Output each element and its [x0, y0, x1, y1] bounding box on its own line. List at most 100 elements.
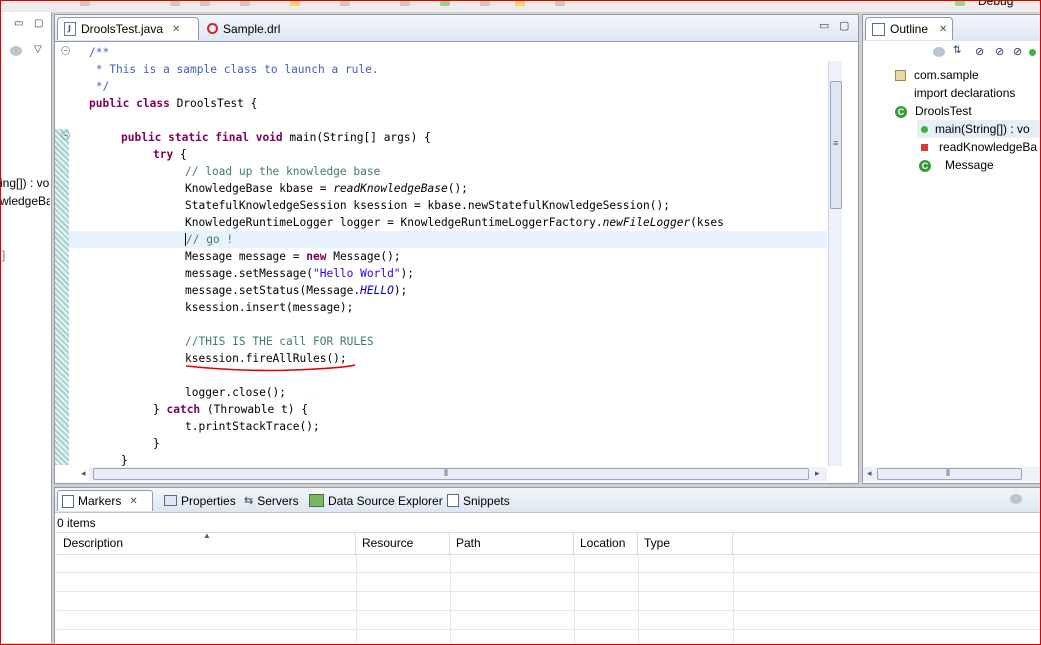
column-header[interactable]: Path: [450, 533, 574, 554]
code-area[interactable]: /** * This is a sample class to launch a…: [69, 42, 827, 466]
horizontal-scrollbar[interactable]: ◂ ⦀ ▸: [81, 467, 827, 481]
code-line: KnowledgeBase kbase = readKnowledgeBase(…: [185, 182, 468, 195]
table-header: Description ▲ Resource Path Location Typ…: [57, 531, 1040, 555]
toolbar-icon[interactable]: [80, 0, 90, 6]
minimize-icon[interactable]: ▭: [14, 18, 23, 29]
table-row: [57, 554, 1040, 573]
maximize-icon[interactable]: ▢: [34, 18, 43, 29]
annotation-stroke: [185, 364, 356, 372]
tab-data-source-explorer[interactable]: Data Source Explorer: [305, 490, 447, 511]
green-dot-icon[interactable]: [1029, 49, 1036, 56]
change-ruler: [55, 129, 69, 465]
java-editor: J DroolsTest.java ✕ Sample.drl ▭ ▢ − − /…: [54, 14, 859, 484]
tab-servers[interactable]: ⇆ Servers: [240, 490, 303, 511]
outline-item-class[interactable]: C DroolsTest: [895, 102, 972, 120]
close-icon[interactable]: ✕: [129, 496, 137, 507]
tab-outline[interactable]: Outline ✕: [865, 17, 953, 40]
column-divider: [450, 553, 451, 644]
scroll-left-icon[interactable]: ◂: [867, 468, 872, 479]
outline-horizontal-scrollbar[interactable]: ◂ ⦀: [863, 467, 1040, 481]
tab-label: Markers: [78, 494, 122, 508]
markers-icon: [62, 494, 74, 508]
minimize-icon[interactable]: ▭: [819, 19, 829, 32]
code-line: message.setMessage("Hello World");: [185, 267, 415, 280]
package-icon: [895, 70, 906, 82]
close-icon[interactable]: ✕: [939, 24, 947, 35]
table-row: [57, 573, 1040, 592]
code-line: KnowledgeRuntimeLogger logger = Knowledg…: [185, 216, 724, 229]
tab-label: Properties: [181, 493, 236, 508]
column-header[interactable]: Resource: [356, 533, 450, 554]
view-menu-icon[interactable]: [1010, 494, 1022, 504]
items-count: 0 items: [57, 516, 96, 530]
tab-label: DroolsTest.java: [81, 22, 164, 36]
close-icon[interactable]: ✕: [172, 24, 180, 35]
tab-markers[interactable]: Markers ✕: [57, 490, 153, 511]
outline-header: Outline ✕: [863, 15, 1040, 41]
toolbar-icon[interactable]: [240, 0, 250, 6]
column-divider: [574, 553, 575, 644]
toolbar-icon[interactable]: [340, 0, 350, 6]
public-method-icon: [921, 126, 928, 134]
tab-droolstest-java[interactable]: J DroolsTest.java ✕: [57, 17, 199, 40]
properties-icon: [164, 495, 177, 506]
data-source-icon: [309, 494, 324, 507]
vertical-scrollbar[interactable]: ≡: [828, 61, 843, 466]
maximize-icon[interactable]: ▢: [839, 19, 849, 32]
snippets-icon: [447, 494, 459, 507]
toolbar-icon[interactable]: [170, 0, 180, 6]
left-view: ▭ ▢ ▽ ing[]) : vo wledgeBa ]: [0, 12, 52, 643]
column-header[interactable]: Description ▲: [57, 531, 356, 554]
sync-icon[interactable]: [10, 46, 22, 56]
tree-item[interactable]: ing[]) : vo: [0, 176, 50, 190]
debug-perspective-label[interactable]: Debug: [978, 0, 1013, 8]
toolbar-icon[interactable]: [200, 0, 210, 6]
hide-static-icon[interactable]: ⊘: [995, 45, 1004, 58]
code-line: StatefulKnowledgeSession ksession = kbas…: [185, 199, 670, 212]
hide-nonpublic-icon[interactable]: ⊘: [1013, 45, 1022, 58]
scroll-left-icon[interactable]: ◂: [81, 468, 86, 479]
outline-item-method-main[interactable]: main(String[]) : vo: [917, 120, 1040, 138]
outline-toolbar: ⇅ ⊘ ⊘ ⊘: [933, 45, 1038, 61]
column-divider: [733, 553, 734, 644]
scrollbar-thumb[interactable]: ⦀: [877, 468, 1022, 480]
tab-label: Snippets: [463, 493, 510, 508]
tab-label: Sample.drl: [223, 21, 281, 36]
outline-item-inner-class[interactable]: C Message: [919, 156, 994, 174]
view-menu-icon[interactable]: ▽: [34, 44, 42, 55]
column-divider: [638, 553, 639, 644]
outline-item-method-read[interactable]: readKnowledgeBa: [921, 138, 1037, 156]
scrollbar-thumb[interactable]: ≡: [830, 81, 842, 209]
tab-snippets[interactable]: Snippets: [443, 490, 514, 511]
code-line: message.setStatus(Message.HELLO);: [185, 284, 408, 297]
class-icon: C: [895, 105, 907, 118]
toolbar-icon[interactable]: [515, 0, 525, 6]
outline-item-imports[interactable]: import declarations: [895, 84, 1015, 102]
toolbar-icon[interactable]: [440, 0, 450, 6]
toolbar-icon[interactable]: [480, 0, 490, 6]
sync-icon[interactable]: [933, 47, 945, 57]
grip-icon: ⦀: [444, 468, 448, 478]
scroll-right-icon[interactable]: ▸: [815, 468, 820, 479]
tab-properties[interactable]: Properties: [160, 490, 240, 511]
column-header[interactable]: Type: [638, 533, 733, 554]
code-line: /**: [89, 46, 110, 59]
debug-perspective-icon[interactable]: [955, 0, 965, 6]
outline-item-package[interactable]: com.sample: [895, 66, 979, 84]
outline-view: Outline ✕ ⇅ ⊘ ⊘ ⊘ com.sample import decl…: [862, 14, 1041, 484]
tree-item[interactable]: wledgeBa: [0, 194, 50, 208]
sort-icon[interactable]: ⇅: [953, 45, 961, 56]
scrollbar-thumb[interactable]: ⦀: [93, 468, 809, 480]
sort-indicator-icon: ▲: [203, 531, 211, 540]
tab-sample-drl[interactable]: Sample.drl: [201, 17, 311, 40]
overview-ruler[interactable]: [842, 42, 858, 482]
code-line: logger.close();: [185, 386, 287, 399]
code-line: //THIS IS THE call FOR RULES: [185, 335, 374, 348]
column-header[interactable]: Location: [574, 533, 638, 554]
hide-fields-icon[interactable]: ⊘: [975, 45, 984, 58]
toolbar-icon[interactable]: [555, 0, 565, 6]
toolbar-icon[interactable]: [400, 0, 410, 6]
java-file-icon: J: [64, 22, 76, 36]
toolbar-icon[interactable]: [290, 0, 300, 6]
table-row: [57, 592, 1040, 611]
